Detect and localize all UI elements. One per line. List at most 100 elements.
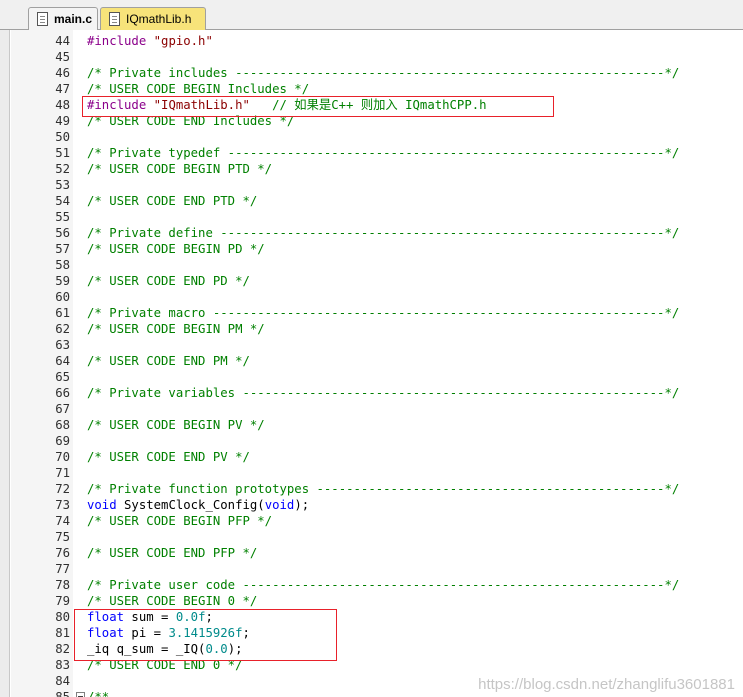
code-line[interactable]: 76 /* USER CODE END PFP */: [0, 545, 743, 561]
code-token: /* USER CODE END PTD */: [87, 194, 258, 208]
code-line[interactable]: 75: [0, 529, 743, 545]
code-token: /* USER CODE BEGIN PTD */: [87, 162, 273, 176]
code-token: /* USER CODE BEGIN Includes */: [87, 82, 310, 96]
code-text: /* USER CODE END PTD */: [87, 193, 257, 209]
code-editor[interactable]: 44 #include "gpio.h" 45 46 /* Private includ…: [0, 30, 743, 697]
code-token: /* Private user code -------------------…: [87, 578, 680, 592]
line-number: 76: [55, 546, 70, 560]
code-token: /* Private macro -----------------------…: [87, 306, 680, 320]
code-line[interactable]: 51 /* Private typedef -------------------…: [0, 145, 743, 161]
line-number: 45: [55, 50, 70, 64]
code-line[interactable]: 52 /* USER CODE BEGIN PTD */: [0, 161, 743, 177]
editor-tab-bar: main.c IQmathLib.h: [0, 0, 743, 30]
line-number: 65: [55, 370, 70, 384]
line-number: 72: [55, 482, 70, 496]
line-number: 73: [55, 498, 70, 512]
code-line[interactable]: 53: [0, 177, 743, 193]
line-number: 77: [55, 562, 70, 576]
code-line[interactable]: 57 /* USER CODE BEGIN PD */: [0, 241, 743, 257]
line-number: 54: [55, 194, 70, 208]
code-token: /* USER CODE END PD */: [87, 274, 250, 288]
code-line[interactable]: 77: [0, 561, 743, 577]
file-icon: [109, 12, 120, 26]
line-number: 70: [55, 450, 70, 464]
line-number: 67: [55, 402, 70, 416]
code-line[interactable]: 64 /* USER CODE END PM */: [0, 353, 743, 369]
code-text: /* Private typedef ---------------------…: [87, 145, 679, 161]
code-line[interactable]: 63: [0, 337, 743, 353]
line-number: 74: [55, 514, 70, 528]
code-line[interactable]: 58: [0, 257, 743, 273]
code-text: /* USER CODE END PM */: [87, 353, 250, 369]
code-line[interactable]: 50: [0, 129, 743, 145]
code-token: /* Private variables -------------------…: [87, 386, 680, 400]
code-line[interactable]: 45: [0, 49, 743, 65]
code-token: /* USER CODE BEGIN PFP */: [87, 514, 273, 528]
code-line[interactable]: 56 /* Private define --------------------…: [0, 225, 743, 241]
line-number: 50: [55, 130, 70, 144]
code-line[interactable]: 73 void SystemClock_Config(void);: [0, 497, 743, 513]
code-line[interactable]: 60: [0, 289, 743, 305]
line-number: 46: [55, 66, 70, 80]
line-number: 71: [55, 466, 70, 480]
code-line[interactable]: 54 /* USER CODE END PTD */: [0, 193, 743, 209]
code-token: /* USER CODE END PM */: [87, 354, 250, 368]
code-text: /* USER CODE BEGIN PFP */: [87, 513, 272, 529]
code-text: /**: [87, 689, 109, 697]
code-line[interactable]: 68 /* USER CODE BEGIN PV */: [0, 417, 743, 433]
tab-main-c[interactable]: main.c: [28, 7, 98, 30]
code-line[interactable]: 47 /* USER CODE BEGIN Includes */: [0, 81, 743, 97]
line-number: 58: [55, 258, 70, 272]
code-line[interactable]: 59 /* USER CODE END PD */: [0, 273, 743, 289]
line-number: 85: [55, 690, 70, 697]
code-line[interactable]: 70 /* USER CODE END PV */: [0, 449, 743, 465]
code-line[interactable]: 74 /* USER CODE BEGIN PFP */: [0, 513, 743, 529]
code-token: "gpio.h": [153, 34, 213, 48]
line-number: 63: [55, 338, 70, 352]
line-number: 69: [55, 434, 70, 448]
code-line[interactable]: 55: [0, 209, 743, 225]
line-number: 57: [55, 242, 70, 256]
code-line[interactable]: 71: [0, 465, 743, 481]
code-text: void SystemClock_Config(void);: [87, 497, 309, 513]
line-number: 60: [55, 290, 70, 304]
code-text: /* USER CODE BEGIN PV */: [87, 417, 265, 433]
line-number: 82: [55, 642, 70, 656]
code-text: /* USER CODE BEGIN Includes */: [87, 81, 309, 97]
code-text: /* Private includes --------------------…: [87, 65, 679, 81]
code-line[interactable]: 69: [0, 433, 743, 449]
line-number: 52: [55, 162, 70, 176]
code-token: /* Private function prototypes ---------…: [87, 482, 680, 496]
code-token: /* USER CODE BEGIN PD */: [87, 242, 265, 256]
line-number: 66: [55, 386, 70, 400]
code-line[interactable]: 79 /* USER CODE BEGIN 0 */: [0, 593, 743, 609]
code-text: /* Private user code -------------------…: [87, 577, 679, 593]
code-text: /* Private variables -------------------…: [87, 385, 679, 401]
code-text: /* USER CODE BEGIN PTD */: [87, 161, 272, 177]
code-line[interactable]: 61 /* Private macro ---------------------…: [0, 305, 743, 321]
line-number: 55: [55, 210, 70, 224]
code-token: /* Private define ----------------------…: [87, 226, 680, 240]
code-line[interactable]: 67: [0, 401, 743, 417]
line-number: 48: [55, 98, 70, 112]
highlight-box-include: [82, 96, 554, 117]
code-line[interactable]: 46 /* Private includes ------------------…: [0, 65, 743, 81]
code-line[interactable]: 66 /* Private variables -----------------…: [0, 385, 743, 401]
code-token: void: [264, 498, 295, 512]
code-token: /**: [87, 690, 110, 697]
code-text: /* Private function prototypes ---------…: [87, 481, 679, 497]
code-line[interactable]: 44 #include "gpio.h": [0, 33, 743, 49]
code-text: /* USER CODE END PFP */: [87, 545, 257, 561]
line-number: 61: [55, 306, 70, 320]
code-line[interactable]: 65: [0, 369, 743, 385]
code-text: /* USER CODE END PV */: [87, 449, 250, 465]
fold-toggle-icon[interactable]: [76, 692, 85, 697]
code-line[interactable]: 72 /* Private function prototypes -------…: [0, 481, 743, 497]
code-line[interactable]: 78 /* Private user code -----------------…: [0, 577, 743, 593]
line-number: 56: [55, 226, 70, 240]
code-line[interactable]: 62 /* USER CODE BEGIN PM */: [0, 321, 743, 337]
code-text: /* USER CODE BEGIN PD */: [87, 241, 265, 257]
tab-iqmathlib-h[interactable]: IQmathLib.h: [100, 7, 206, 30]
line-number: 51: [55, 146, 70, 160]
code-lines: 44 #include "gpio.h" 45 46 /* Private includ…: [0, 33, 743, 697]
